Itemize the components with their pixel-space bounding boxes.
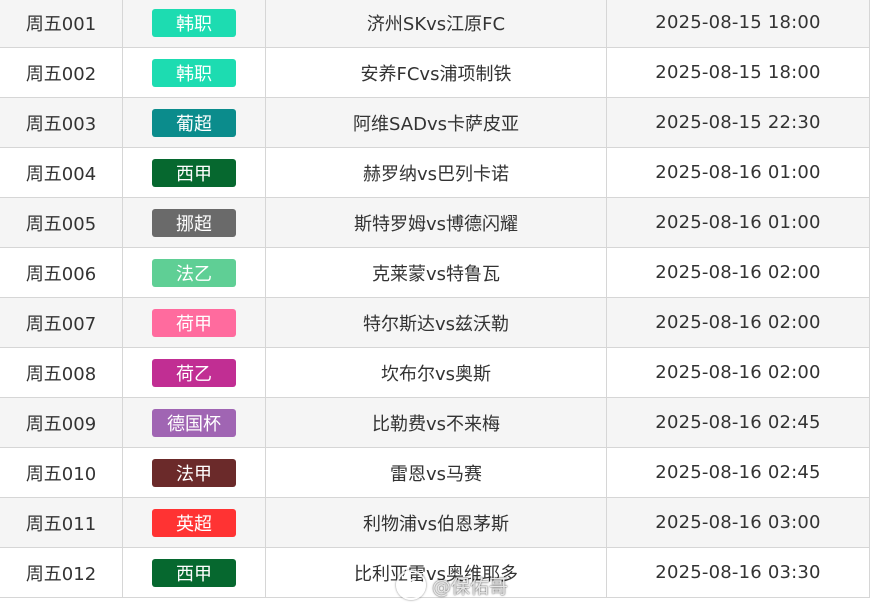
match-id: 周五012 bbox=[0, 548, 123, 597]
match-time: 2025-08-16 03:00 bbox=[607, 498, 870, 547]
match-teams: 特尔斯达vs兹沃勒 bbox=[266, 298, 607, 347]
league-badge: 葡超 bbox=[152, 108, 236, 137]
match-id: 周五010 bbox=[0, 448, 123, 497]
league-badge: 韩职 bbox=[152, 8, 236, 37]
match-teams: 比勒费vs不来梅 bbox=[266, 398, 607, 447]
league-cell: 法甲 bbox=[123, 448, 266, 497]
league-cell: 英超 bbox=[123, 498, 266, 547]
table-row: 周五006 法乙 克莱蒙vs特鲁瓦 2025-08-16 02:00 bbox=[0, 248, 870, 298]
match-id: 周五007 bbox=[0, 298, 123, 347]
match-teams: 济州SKvs江原FC bbox=[266, 0, 607, 47]
match-time: 2025-08-16 03:30 bbox=[607, 548, 870, 597]
league-cell: 韩职 bbox=[123, 0, 266, 47]
table-row: 周五009 德国杯 比勒费vs不来梅 2025-08-16 02:45 bbox=[0, 398, 870, 448]
league-badge: 法甲 bbox=[152, 458, 236, 487]
match-time: 2025-08-16 01:00 bbox=[607, 148, 870, 197]
match-teams: 阿维SADvs卡萨皮亚 bbox=[266, 98, 607, 147]
league-cell: 挪超 bbox=[123, 198, 266, 247]
match-time: 2025-08-16 02:00 bbox=[607, 298, 870, 347]
league-badge: 西甲 bbox=[152, 158, 236, 187]
match-time: 2025-08-15 22:30 bbox=[607, 98, 870, 147]
table-row: 周五003 葡超 阿维SADvs卡萨皮亚 2025-08-15 22:30 bbox=[0, 98, 870, 148]
match-teams: 安养FCvs浦项制铁 bbox=[266, 48, 607, 97]
league-cell: 荷甲 bbox=[123, 298, 266, 347]
match-time: 2025-08-16 02:45 bbox=[607, 398, 870, 447]
match-id: 周五008 bbox=[0, 348, 123, 397]
match-id: 周五002 bbox=[0, 48, 123, 97]
league-badge: 荷乙 bbox=[152, 358, 236, 387]
league-badge: 西甲 bbox=[152, 558, 236, 587]
match-id: 周五005 bbox=[0, 198, 123, 247]
table-row: 周五010 法甲 雷恩vs马赛 2025-08-16 02:45 bbox=[0, 448, 870, 498]
league-badge: 韩职 bbox=[152, 58, 236, 87]
league-cell: 法乙 bbox=[123, 248, 266, 297]
league-badge: 挪超 bbox=[152, 208, 236, 237]
match-time: 2025-08-16 02:00 bbox=[607, 248, 870, 297]
match-table: 周五001 韩职 济州SKvs江原FC 2025-08-15 18:00 周五002 韩职… bbox=[0, 0, 870, 598]
table-row: 周五008 荷乙 坎布尔vs奥斯 2025-08-16 02:00 bbox=[0, 348, 870, 398]
match-time: 2025-08-15 18:00 bbox=[607, 0, 870, 47]
league-badge: 法乙 bbox=[152, 258, 236, 287]
match-id: 周五003 bbox=[0, 98, 123, 147]
league-cell: 德国杯 bbox=[123, 398, 266, 447]
league-cell: 韩职 bbox=[123, 48, 266, 97]
league-badge: 德国杯 bbox=[152, 408, 236, 437]
match-teams: 赫罗纳vs巴列卡诺 bbox=[266, 148, 607, 197]
table-row: 周五004 西甲 赫罗纳vs巴列卡诺 2025-08-16 01:00 bbox=[0, 148, 870, 198]
table-row: 周五012 西甲 比利亚雷vs奥维耶多 2025-08-16 03:30 bbox=[0, 548, 870, 598]
match-time: 2025-08-16 01:00 bbox=[607, 198, 870, 247]
match-teams: 斯特罗姆vs博德闪耀 bbox=[266, 198, 607, 247]
match-teams: 坎布尔vs奥斯 bbox=[266, 348, 607, 397]
match-teams: 利物浦vs伯恩茅斯 bbox=[266, 498, 607, 547]
league-cell: 葡超 bbox=[123, 98, 266, 147]
table-row: 周五001 韩职 济州SKvs江原FC 2025-08-15 18:00 bbox=[0, 0, 870, 48]
match-time: 2025-08-16 02:00 bbox=[607, 348, 870, 397]
table-row: 周五007 荷甲 特尔斯达vs兹沃勒 2025-08-16 02:00 bbox=[0, 298, 870, 348]
match-time: 2025-08-16 02:45 bbox=[607, 448, 870, 497]
match-id: 周五011 bbox=[0, 498, 123, 547]
match-id: 周五001 bbox=[0, 0, 123, 47]
league-cell: 荷乙 bbox=[123, 348, 266, 397]
match-time: 2025-08-15 18:00 bbox=[607, 48, 870, 97]
league-cell: 西甲 bbox=[123, 148, 266, 197]
match-teams: 雷恩vs马赛 bbox=[266, 448, 607, 497]
league-cell: 西甲 bbox=[123, 548, 266, 597]
match-id: 周五006 bbox=[0, 248, 123, 297]
match-id: 周五009 bbox=[0, 398, 123, 447]
match-id: 周五004 bbox=[0, 148, 123, 197]
match-teams: 克莱蒙vs特鲁瓦 bbox=[266, 248, 607, 297]
match-teams: 比利亚雷vs奥维耶多 bbox=[266, 548, 607, 597]
table-row: 周五005 挪超 斯特罗姆vs博德闪耀 2025-08-16 01:00 bbox=[0, 198, 870, 248]
table-row: 周五002 韩职 安养FCvs浦项制铁 2025-08-15 18:00 bbox=[0, 48, 870, 98]
league-badge: 荷甲 bbox=[152, 308, 236, 337]
league-badge: 英超 bbox=[152, 508, 236, 537]
table-row: 周五011 英超 利物浦vs伯恩茅斯 2025-08-16 03:00 bbox=[0, 498, 870, 548]
